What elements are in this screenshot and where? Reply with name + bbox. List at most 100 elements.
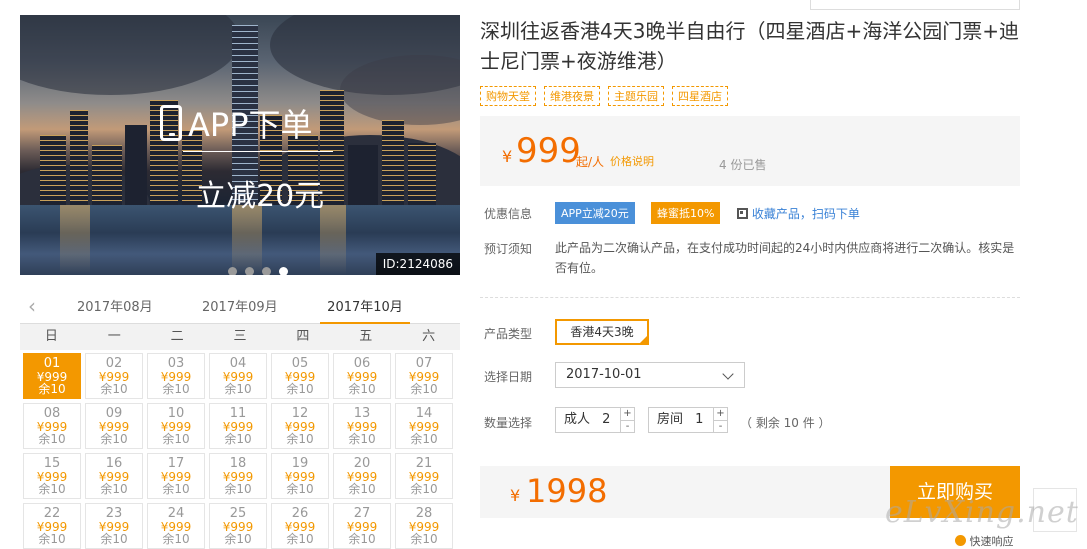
calendar-day-cell[interactable]: 01 ¥999 余10 [23,353,81,399]
calendar-grid: 01 ¥999 余10 02 ¥999 余10 03 ¥999 余10 04 ¥999 余10 05 ¥9… [23,353,457,549]
building [348,145,378,205]
calendar-day-day: 03 [167,356,185,371]
favorite-scan-link[interactable]: 收藏产品，扫码下单 [737,205,860,222]
calendar-day-stock: 余10 [162,432,190,446]
qr-code-icon [737,208,748,219]
calendar-day-stock: 余10 [410,532,438,546]
room-qty-value[interactable]: 1 [695,412,703,427]
adult-qty-value[interactable]: 2 [602,412,610,427]
room-quantity-stepper[interactable]: 房间 1 + - [648,407,728,433]
calendar-day-day: 02 [105,356,123,371]
tag-shopping[interactable]: 购物天堂 [480,86,536,106]
calendar-day-cell[interactable]: 12 ¥999 余10 [271,403,329,449]
building [40,135,66,205]
calendar-day-day: 13 [353,406,371,421]
tab-month-sep[interactable]: 2017年09月 [202,296,278,315]
calendar-day-cell[interactable]: 05 ¥999 余10 [271,353,329,399]
calendar-day-cell[interactable]: 26 ¥999 余10 [271,503,329,549]
calendar-day-stock: 余10 [162,382,190,396]
calendar-day-day: 10 [167,406,185,421]
product-id-tag: ID:2124086 [375,253,460,275]
calendar-day-cell[interactable]: 25 ¥999 余10 [209,503,267,549]
calendar-day-stock: 余10 [100,532,128,546]
calendar-day-cell[interactable]: 11 ¥999 余10 [209,403,267,449]
room-stepper-buttons: + - [713,408,727,432]
calendar-day-cell[interactable]: 16 ¥999 余10 [85,453,143,499]
cloud-shape [20,15,240,95]
calendar-day-cell[interactable]: 08 ¥999 余10 [23,403,81,449]
adult-decrement-button[interactable]: - [621,420,634,432]
product-type-option[interactable]: 香港4天3晚 [555,319,649,345]
calendar-day-stock: 余10 [38,532,66,546]
price-box: ¥ 999 起/人 价格说明 4 份已售 [480,116,1020,186]
tab-month-aug[interactable]: 2017年08月 [77,296,153,315]
hero-carousel[interactable]: APP下单 立减20元 ID:2124086 [20,15,460,275]
date-select[interactable]: 2017-10-01 [555,362,745,388]
carousel-dot-1[interactable] [228,267,237,275]
calendar-day-cell[interactable]: 06 ¥999 余10 [333,353,391,399]
carousel-indicators[interactable] [228,267,288,275]
room-increment-button[interactable]: + [714,408,727,420]
calendar-day-stock: 余10 [348,382,376,396]
total-price: 1998 [526,472,608,510]
top-dropdown-edge [810,0,1020,10]
calendar-day-stock: 余10 [348,432,376,446]
calendar-day-cell[interactable]: 27 ¥999 余10 [333,503,391,549]
check-icon [955,535,966,546]
calendar-day-day: 23 [105,506,123,521]
calendar-day-cell[interactable]: 22 ¥999 余10 [23,503,81,549]
tag-harbour-night[interactable]: 维港夜景 [544,86,600,106]
calendar-day-cell[interactable]: 10 ¥999 余10 [147,403,205,449]
tab-month-oct[interactable]: 2017年10月 [320,296,410,325]
calendar-day-day: 08 [43,406,61,421]
calendar-day-cell[interactable]: 09 ¥999 余10 [85,403,143,449]
calendar-day-cell[interactable]: 14 ¥999 余10 [395,403,453,449]
weekday-label: 六 [422,329,436,344]
booking-label: 预订须知 [484,242,533,256]
weekday-label: 五 [359,329,373,344]
room-decrement-button[interactable]: - [714,420,727,432]
carousel-dot-4[interactable] [279,267,288,275]
calendar-day-day: 20 [353,456,371,471]
product-tags: 购物天堂 维港夜景 主题乐园 四星酒店 [480,86,728,106]
calendar-day-cell[interactable]: 19 ¥999 余10 [271,453,329,499]
adult-quantity-stepper[interactable]: 成人 2 + - [555,407,635,433]
calendar-day-cell[interactable]: 20 ¥999 余10 [333,453,391,499]
calendar-weekday-header: 日 一 二 三 四 五 六 [20,324,460,350]
carousel-dot-3[interactable] [262,267,271,275]
calendar-day-cell[interactable]: 15 ¥999 余10 [23,453,81,499]
tag-four-star-hotel[interactable]: 四星酒店 [672,86,728,106]
calendar-day-day: 27 [353,506,371,521]
weekday-label: 二 [170,329,184,344]
carousel-dot-2[interactable] [245,267,254,275]
calendar-day-day: 19 [291,456,309,471]
phone-icon [160,105,182,141]
calendar-day-cell[interactable]: 17 ¥999 余10 [147,453,205,499]
room-label: 房间 [657,412,684,427]
favorite-link-text: 收藏产品，扫码下单 [751,207,860,221]
calendar-day-day: 12 [291,406,309,421]
calendar-day-cell[interactable]: 13 ¥999 余10 [333,403,391,449]
calendar-day-cell[interactable]: 02 ¥999 余10 [85,353,143,399]
price-note-link[interactable]: 价格说明 [610,153,654,169]
calendar-day-cell[interactable]: 24 ¥999 余10 [147,503,205,549]
calendar-day-cell[interactable]: 28 ¥999 余10 [395,503,453,549]
calendar-day-cell[interactable]: 07 ¥999 余10 [395,353,453,399]
weekday-label: 四 [296,329,310,344]
booking-note-text: 此产品为二次确认产品，在支付成功时间起的24小时内供应商将进行二次确认。核实是否… [555,241,1015,275]
calendar-day-stock: 余10 [410,432,438,446]
promo-line1-text: APP下单 [188,106,313,144]
offer-honey-badge: 蜂蜜抵10% [651,202,721,224]
calendar-day-stock: 余10 [348,532,376,546]
chevron-left-icon[interactable]: ‹ [28,294,36,318]
building [125,125,147,205]
calendar-day-stock: 余10 [38,432,66,446]
calendar-day-cell[interactable]: 18 ¥999 余10 [209,453,267,499]
tag-theme-park[interactable]: 主题乐园 [608,86,664,106]
calendar-day-cell[interactable]: 23 ¥999 余10 [85,503,143,549]
adult-increment-button[interactable]: + [621,408,634,420]
calendar-day-cell[interactable]: 03 ¥999 余10 [147,353,205,399]
promo-divider [183,151,333,152]
calendar-day-cell[interactable]: 21 ¥999 余10 [395,453,453,499]
calendar-day-cell[interactable]: 04 ¥999 余10 [209,353,267,399]
